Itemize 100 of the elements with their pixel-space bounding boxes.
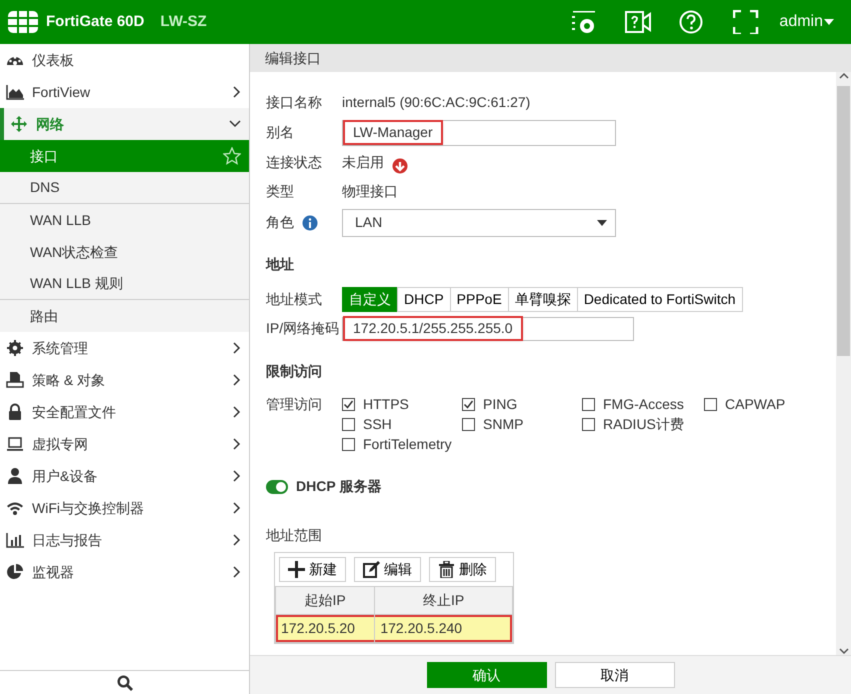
mode-tab[interactable]: 单臂嗅探 [508, 287, 578, 312]
chevron-right-icon [233, 534, 241, 546]
checkbox[interactable] [582, 418, 595, 430]
field-label: 地址模式 [266, 290, 323, 309]
chevron-right-icon [233, 438, 241, 450]
field-label: IP/网络掩码 [266, 319, 340, 338]
checkbox-label: FMG-Access [603, 394, 684, 414]
info-icon [302, 214, 318, 230]
help-icon[interactable] [679, 10, 706, 34]
checkbox-label: RADIUS计费 [603, 414, 684, 434]
checkbox-label: SNMP [483, 414, 524, 434]
chevron-right-icon [233, 502, 241, 514]
toggle-switch[interactable] [266, 480, 288, 494]
chevron-right-icon [233, 566, 241, 578]
field-label: 接口名称 [266, 93, 322, 112]
chevron-right-icon [233, 86, 241, 98]
laptop-icon [6, 435, 24, 453]
mode-tab[interactable]: Dedicated to FortiSwitch [576, 287, 743, 312]
user-menu[interactable]: admin [779, 10, 835, 34]
mode-tab[interactable]: DHCP [397, 287, 451, 312]
scrollbar[interactable] [836, 72, 851, 655]
star-icon [223, 147, 241, 165]
checkbox[interactable] [462, 418, 475, 430]
product-name: FortiGate 60D [46, 12, 144, 32]
checkbox[interactable] [704, 398, 717, 410]
lock-icon [6, 403, 24, 421]
section-title: 限制访问 [266, 362, 323, 381]
field-label: 管理访问 [266, 395, 323, 414]
field-value: 物理接口 [342, 182, 398, 201]
section-title: DHCP 服务器 [296, 477, 382, 496]
chevron-right-icon [233, 342, 241, 354]
sidebar-item[interactable]: 日志与报告 [0, 524, 249, 556]
hostname: LW-SZ [160, 12, 207, 32]
chevron-right-icon [233, 406, 241, 418]
user-icon [6, 467, 24, 485]
field-label: 类型 [266, 182, 294, 201]
search-icon[interactable] [116, 674, 132, 690]
sidebar-subitem[interactable]: WAN LLB 规则 [0, 268, 249, 300]
scroll-up-icon[interactable] [838, 72, 848, 80]
checkbox-label: HTTPS [363, 394, 409, 414]
status-text: 未启用 [342, 153, 384, 172]
checkbox[interactable] [342, 418, 355, 430]
toolbar-button[interactable]: 删除 [429, 557, 496, 582]
field-label: 地址范围 [266, 526, 323, 545]
sidebar-item[interactable]: FortiView [0, 76, 249, 108]
checkbox-checked[interactable] [342, 398, 355, 410]
role-select[interactable]: LAN [342, 208, 616, 236]
caret-icon [823, 18, 835, 26]
caret-icon [597, 220, 607, 226]
sidebar-subitem[interactable]: 接口 [0, 140, 249, 172]
sidebar-item[interactable]: 网络 [0, 108, 249, 140]
table-cell: 172.20.5.240 [380, 620, 462, 636]
field-label: 连接状态 [266, 153, 322, 172]
scrollbar-thumb[interactable] [837, 86, 850, 356]
checkbox[interactable] [342, 438, 355, 450]
checkbox[interactable] [582, 398, 595, 410]
area-chart-icon [6, 83, 24, 101]
sidebar-item[interactable]: 仪表板 [0, 44, 249, 76]
table-cell: 172.20.5.20 [281, 620, 355, 636]
field-label: 别名 [266, 123, 294, 142]
field-label: 角色 [266, 213, 294, 232]
toolbar-button[interactable]: 新建 [279, 557, 346, 582]
chevron-right-icon [233, 470, 241, 482]
document-icon [6, 371, 24, 389]
sidebar-item[interactable]: 用户&设备 [0, 460, 249, 492]
chevron-right-icon [233, 374, 241, 386]
checkbox-label: SSH [363, 414, 392, 434]
checkbox-label: FortiTelemetry [363, 434, 452, 454]
panel-title: 编辑接口 [265, 48, 321, 68]
sidebar-item[interactable]: 监视器 [0, 556, 249, 588]
checkbox-label: PING [483, 394, 518, 414]
sidebar-subitem[interactable]: 路由 [0, 300, 249, 332]
scroll-down-icon[interactable] [838, 647, 848, 655]
checkbox-label: CAPWAP [725, 394, 786, 414]
section-title: 地址 [266, 255, 295, 274]
video-help-icon[interactable] [625, 10, 652, 34]
mode-tab[interactable]: PPPoE [450, 287, 509, 312]
column-header: 终止IP [374, 586, 512, 614]
sidebar-subitem[interactable]: WAN LLB [0, 204, 249, 236]
sidebar-item[interactable]: 安全配置文件 [0, 396, 249, 428]
pie-chart-icon [6, 563, 24, 581]
sidebar-item[interactable]: WiFi与交换控制器 [0, 492, 249, 524]
checkbox-checked[interactable] [462, 398, 475, 410]
mode-tab[interactable]: 自定义 [342, 287, 398, 312]
gear-icon [6, 339, 24, 357]
field-value: internal5 (90:6C:AC:9C:61:27) [342, 93, 530, 112]
trash-icon [438, 561, 455, 578]
sidebar-item[interactable]: 虚拟专网 [0, 428, 249, 460]
sidebar-item[interactable]: 策略 & 对象 [0, 364, 249, 396]
cancel-button[interactable]: 取消 [554, 662, 674, 688]
chevron-down-icon [229, 120, 241, 128]
move-arrows-icon [10, 115, 28, 133]
sidebar-item[interactable]: 系统管理 [0, 332, 249, 364]
fullscreen-icon[interactable] [733, 10, 760, 34]
sidebar-subitem[interactable]: DNS [0, 172, 249, 204]
toolbar-button[interactable]: 编辑 [354, 557, 421, 582]
edit-icon [363, 561, 380, 578]
confirm-button[interactable]: 确认 [426, 662, 546, 688]
plus-icon [288, 561, 305, 578]
sidebar-subitem[interactable]: WAN状态检查 [0, 236, 249, 268]
